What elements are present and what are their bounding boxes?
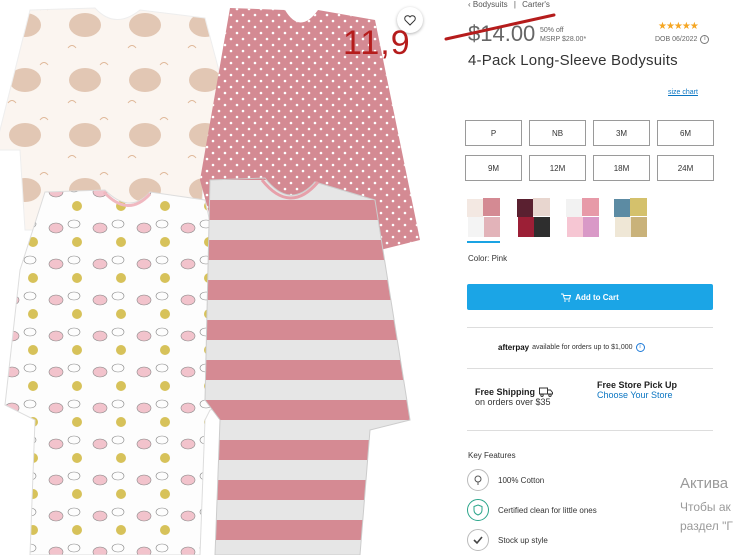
cart-icon bbox=[561, 293, 572, 302]
rating-stars[interactable]: ★★★★★ bbox=[658, 21, 699, 32]
free-shipping: Free Shipping on orders over $35 bbox=[475, 387, 554, 407]
size-option[interactable]: 12M bbox=[529, 155, 586, 181]
size-option[interactable]: 9M bbox=[465, 155, 522, 181]
divider bbox=[467, 327, 713, 328]
activation-watermark-title: Актива bbox=[680, 475, 729, 492]
bodysuits-illustration bbox=[0, 7, 420, 555]
discount-percent: 50% off bbox=[540, 27, 564, 34]
product-image bbox=[0, 0, 440, 555]
activation-watermark-line: Чтобы ак bbox=[680, 500, 731, 514]
size-option[interactable]: 3M bbox=[593, 120, 650, 146]
breadcrumb-item[interactable]: Bodysuits bbox=[473, 0, 508, 9]
checkmark-icon bbox=[467, 529, 489, 551]
breadcrumb-item[interactable]: Carter's bbox=[522, 0, 550, 9]
dob-text: DOB 06/2022 bbox=[655, 36, 698, 43]
size-chart-link[interactable]: size chart bbox=[668, 89, 698, 96]
info-icon[interactable]: i bbox=[635, 343, 645, 352]
color-swatch-neutral[interactable] bbox=[612, 195, 650, 241]
choose-store-link[interactable]: Choose Your Store bbox=[597, 390, 677, 400]
dob-label: DOB 06/2022 i bbox=[655, 35, 710, 44]
cotton-icon bbox=[467, 469, 489, 491]
divider bbox=[467, 368, 713, 369]
free-shipping-title: Free Shipping bbox=[475, 387, 536, 397]
color-swatch-pink-multi[interactable] bbox=[564, 195, 602, 241]
key-features-title: Key Features bbox=[468, 451, 516, 460]
certified-shield-icon bbox=[467, 499, 489, 521]
size-option[interactable]: NB bbox=[529, 120, 586, 146]
info-icon[interactable]: i bbox=[700, 35, 710, 44]
product-title: 4-Pack Long-Sleeve Bodysuits bbox=[468, 52, 678, 69]
pickup-title: Free Store Pick Up bbox=[597, 380, 678, 390]
activation-watermark-line: раздел "Г bbox=[680, 519, 733, 533]
breadcrumb: ‹ Bodysuits | Carter's bbox=[468, 0, 550, 9]
color-label: Color: Pink bbox=[468, 254, 508, 263]
color-swatch-floral[interactable] bbox=[515, 195, 553, 241]
price-annotation: 11,9 bbox=[343, 24, 411, 62]
feature-text: 100% Cotton bbox=[498, 475, 545, 485]
size-selector: P NB 3M 6M 9M 12M 18M 24M bbox=[465, 120, 714, 181]
feature-text: Stock up style bbox=[498, 535, 548, 545]
feature-text: Certified clean for little ones bbox=[498, 505, 597, 515]
msrp-price: MSRP $28.00* bbox=[540, 36, 587, 43]
add-to-cart-button[interactable]: Add to Cart bbox=[467, 284, 713, 310]
selected-swatch-indicator bbox=[467, 241, 500, 243]
discount-info: 50% off MSRP $28.00* bbox=[540, 26, 586, 44]
store-pickup: Free Store Pick Up Choose Your Store bbox=[597, 380, 677, 400]
afterpay-info: afterpay available for orders up to $1,0… bbox=[498, 343, 645, 352]
size-option[interactable]: 24M bbox=[657, 155, 714, 181]
afterpay-text: available for orders up to $1,000 bbox=[532, 344, 633, 351]
color-swatch-pink[interactable] bbox=[465, 195, 503, 241]
size-option[interactable]: 18M bbox=[593, 155, 650, 181]
size-option[interactable]: P bbox=[465, 120, 522, 146]
divider bbox=[467, 430, 713, 431]
feature-item: 100% Cotton bbox=[467, 469, 544, 491]
size-option[interactable]: 6M bbox=[657, 120, 714, 146]
truck-icon bbox=[539, 387, 554, 397]
add-to-cart-label: Add to Cart bbox=[575, 292, 619, 302]
afterpay-logo: afterpay bbox=[498, 343, 530, 352]
feature-item: Stock up style bbox=[467, 529, 548, 551]
free-shipping-sub: on orders over $35 bbox=[475, 397, 551, 407]
breadcrumb-separator: | bbox=[513, 0, 516, 9]
feature-item: Certified clean for little ones bbox=[467, 499, 597, 521]
